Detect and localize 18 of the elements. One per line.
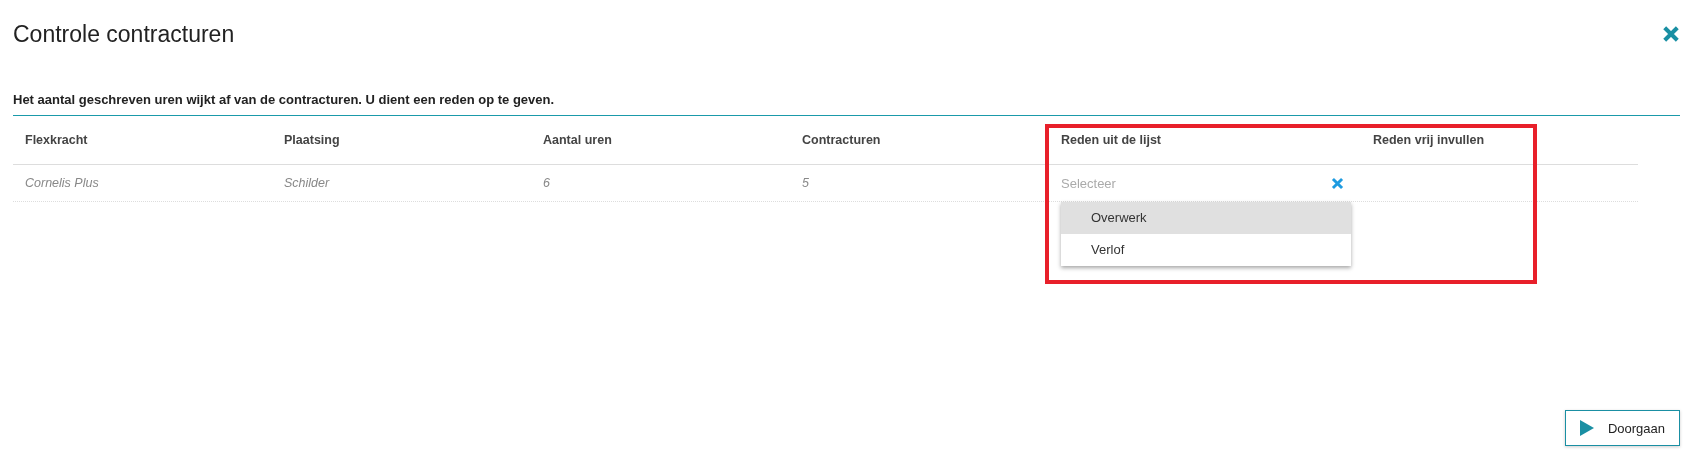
column-header: Aantal uren	[542, 133, 613, 147]
column-header: Contracturen	[801, 133, 882, 147]
dropdown-option[interactable]: Overwerk	[1061, 201, 1351, 234]
clear-icon[interactable]	[1331, 176, 1344, 190]
column-header: Reden vrij invullen	[1372, 133, 1486, 147]
instruction-text: Het aantal geschreven uren wijkt af van de contracturen. U dient een reden op te geven.	[13, 92, 1680, 116]
dialog-title: Controle contracturen	[13, 20, 235, 48]
column-header: Flexkracht	[24, 133, 89, 147]
table-cell-text: 6	[542, 176, 551, 190]
column-header: Reden uit de lijst	[1060, 133, 1162, 147]
play-icon	[1579, 420, 1594, 436]
close-icon[interactable]	[1662, 25, 1680, 43]
table-cell-text: Cornelis Plus	[24, 176, 100, 190]
column-header: Plaatsing	[283, 133, 341, 147]
continue-button[interactable]: Doorgaan	[1564, 410, 1680, 446]
table-cell-text: 5	[801, 176, 810, 190]
dropdown-option[interactable]: Verlof	[1061, 233, 1351, 266]
table-cell-text: Schilder	[283, 176, 331, 190]
